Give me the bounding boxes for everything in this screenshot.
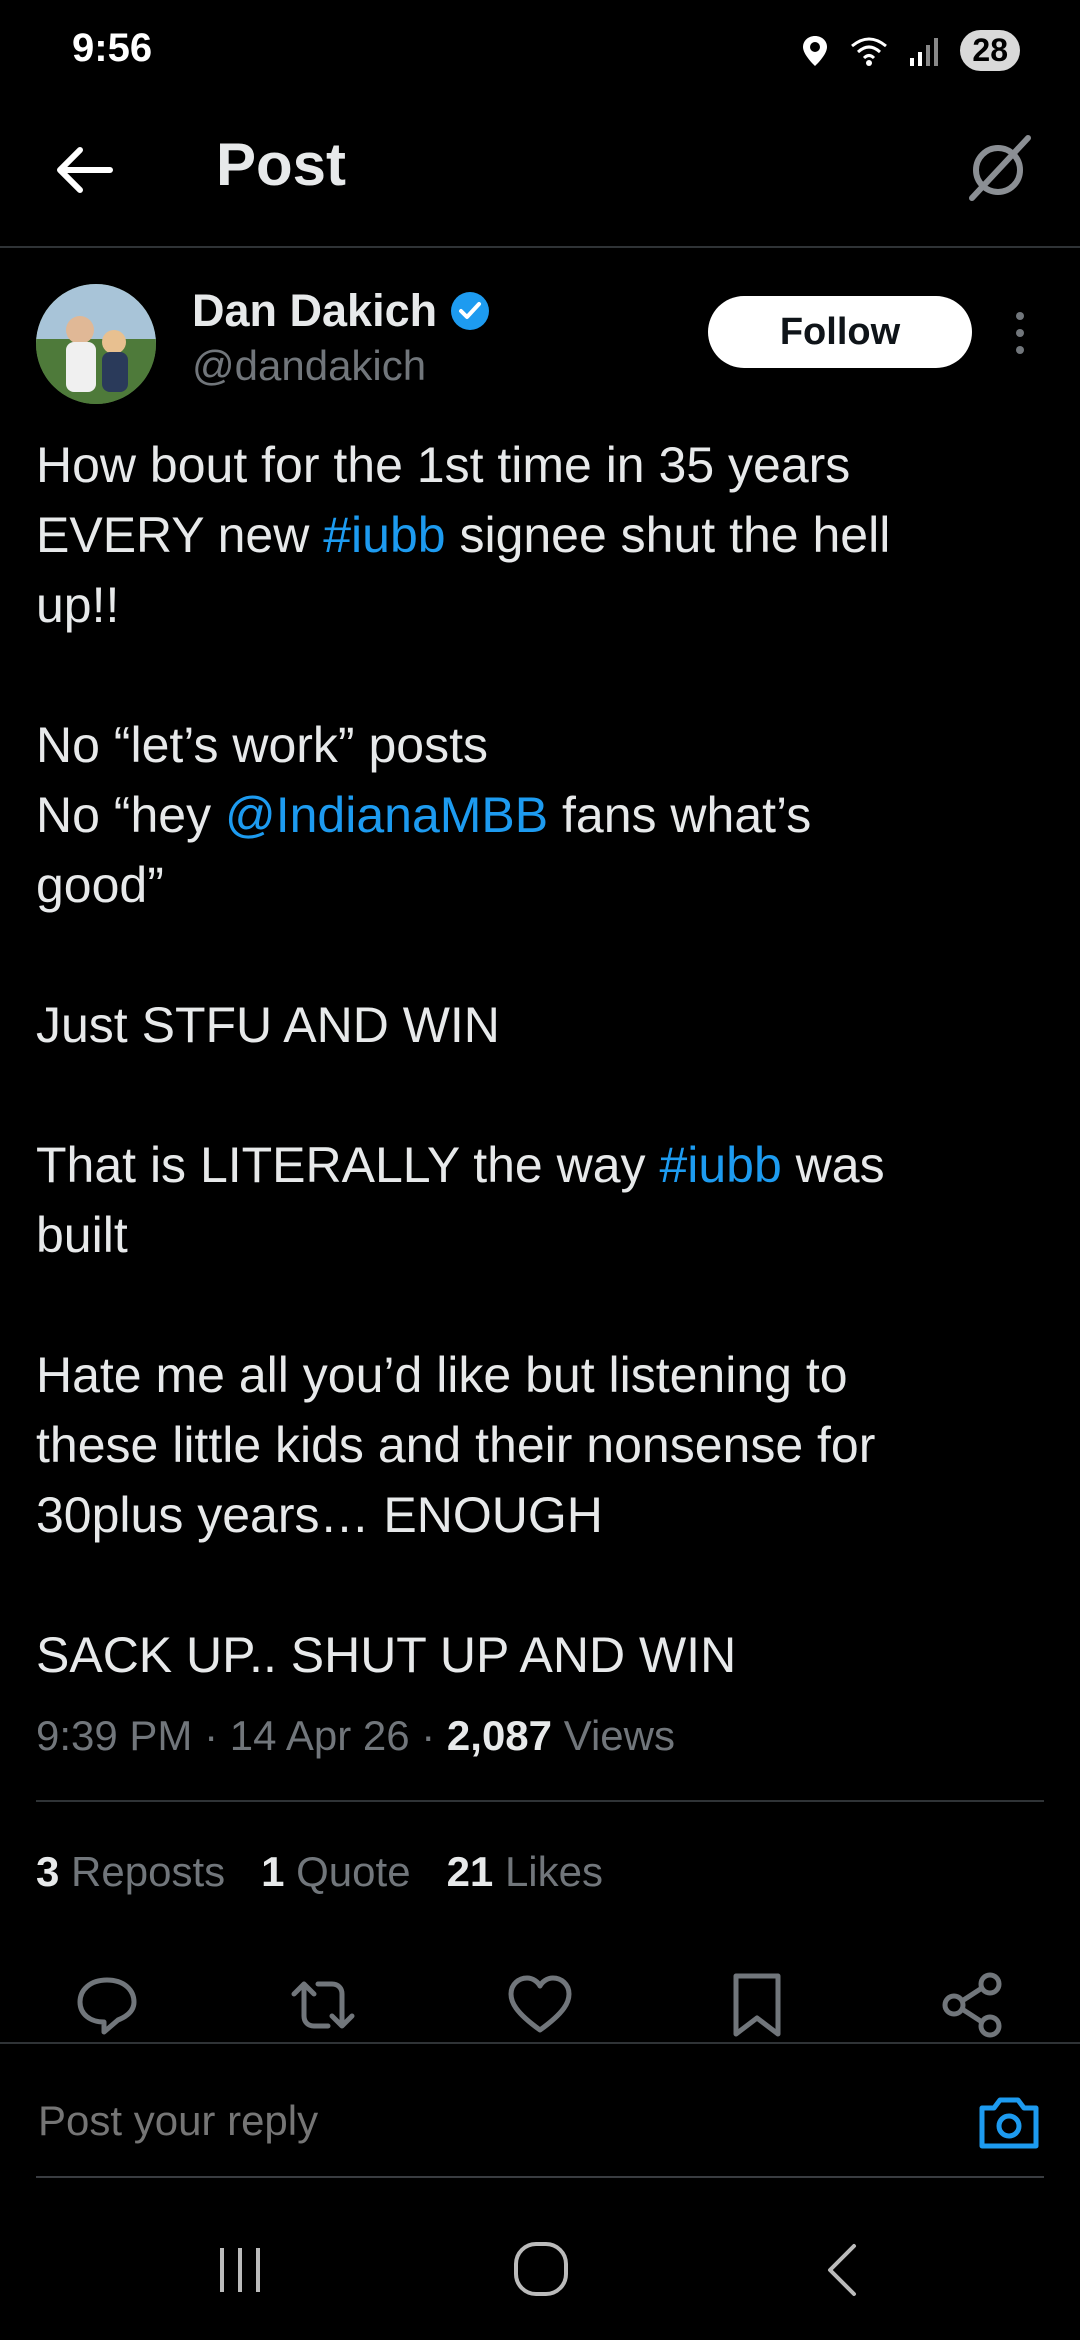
post-line: EVERY new #iubb signee shut the hell [36,507,891,563]
post-line: That is LITERALLY the way #iubb was [36,1137,885,1193]
post-line: No “hey @IndianaMBB fans what’s [36,787,812,843]
status-icons: 28 [800,30,1020,71]
reply-divider [36,2176,1044,2178]
verified-badge-icon [451,292,490,330]
header-divider [0,246,1080,248]
back-arrow-icon[interactable] [52,138,116,202]
home-icon[interactable] [508,2236,574,2302]
actions-divider [0,2042,1080,2044]
post-line: built [36,1207,128,1263]
location-icon [803,35,828,66]
battery-indicator: 28 [960,30,1020,71]
engagement-stats: 3 Reposts 1 Quote 21 Likes [36,1848,603,1896]
likes-stat[interactable]: 21 Likes [447,1848,603,1896]
like-heart-icon[interactable] [505,1970,575,2040]
camera-icon[interactable] [974,2088,1044,2158]
post-line: these little kids and their nonsense for [36,1417,876,1473]
reposts-stat[interactable]: 3 Reposts [36,1848,225,1896]
author-handle[interactable]: @dandakich [192,342,426,390]
post-line: SACK UP.. SHUT UP AND WIN [36,1627,737,1683]
grok-icon[interactable] [958,128,1038,208]
system-nav-bar [0,2190,1080,2340]
follow-button[interactable]: Follow [708,296,972,368]
post-line: good” [36,857,164,913]
action-bar [0,1970,1080,2040]
post-line: Just STFU AND WIN [36,997,500,1053]
quotes-stat[interactable]: 1 Quote [261,1848,410,1896]
post-line: Hate me all you’d like but listening to [36,1347,848,1403]
post-time: 9:39 PM [36,1712,193,1759]
repost-icon[interactable] [288,1970,358,2040]
avatar[interactable] [36,284,156,404]
post-meta: 9:39 PM · 14 Apr 26 · 2,087 Views [36,1712,675,1759]
reply-input[interactable] [36,2096,940,2146]
recent-apps-icon[interactable] [210,2240,270,2300]
post-line: 30plus years… ENOUGH [36,1487,603,1543]
bookmark-icon[interactable] [722,1970,792,2040]
author-name[interactable]: Dan Dakich [192,285,437,337]
hashtag-link[interactable]: #iubb [323,507,445,563]
views-label: Views [563,1712,675,1759]
post-text: How bout for the 1st time in 35 years EV… [36,430,1046,1690]
meta-divider [36,1800,1044,1802]
post-line: up!! [36,577,120,633]
status-time: 9:56 [72,26,153,70]
page-title: Post [216,131,347,198]
post-date: 14 Apr 26 [229,1712,410,1759]
reply-icon[interactable] [72,1970,142,2040]
post-line: No “let’s work” posts [36,717,488,773]
wifi-icon [851,37,888,66]
hashtag-link[interactable]: #iubb [659,1137,781,1193]
signal-icon [910,37,939,66]
more-options-icon[interactable] [1002,308,1038,358]
post-line: How bout for the 1st time in 35 years [36,437,851,493]
mention-link[interactable]: @IndianaMBB [225,787,548,843]
views-count: 2,087 [446,1712,553,1759]
system-back-icon[interactable] [818,2240,868,2300]
author-name-row[interactable]: Dan Dakich [192,285,491,337]
share-icon[interactable] [938,1970,1008,2040]
